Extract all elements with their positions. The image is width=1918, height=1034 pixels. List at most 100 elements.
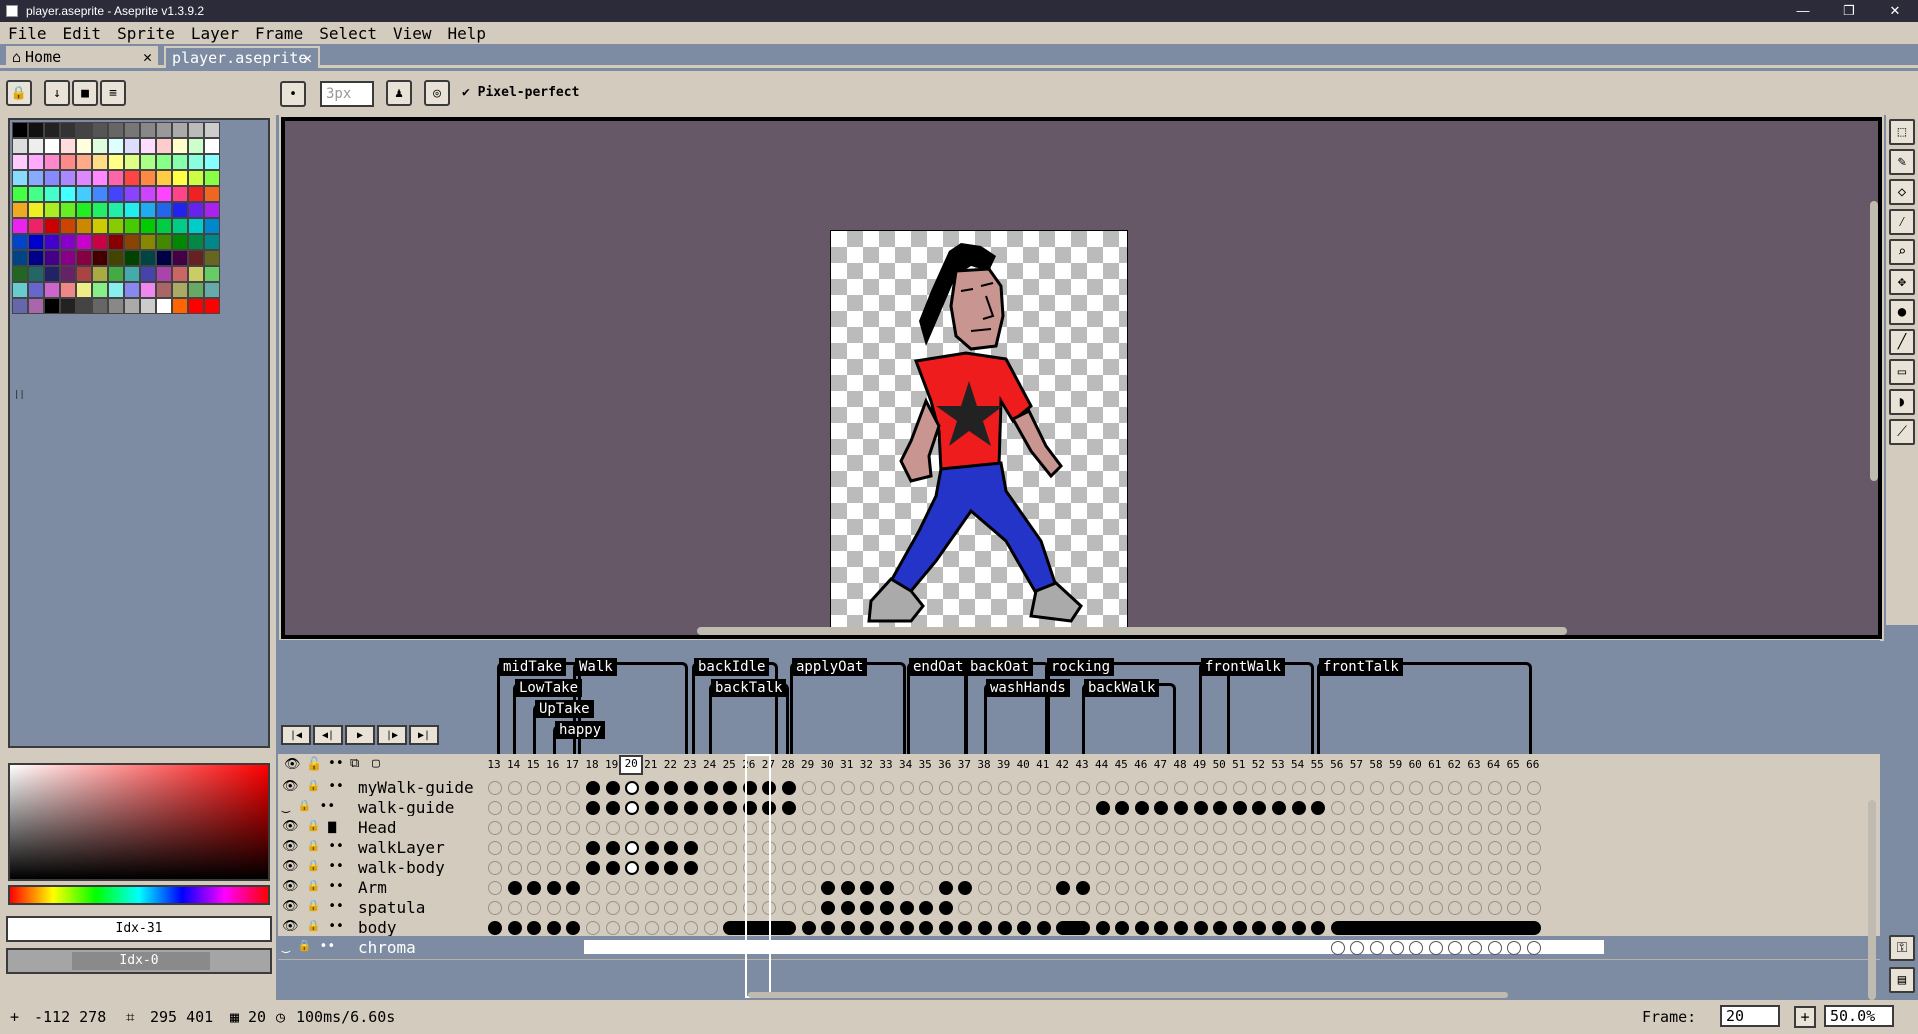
empty-cel[interactable]	[605, 821, 620, 835]
palette-swatch[interactable]	[124, 202, 140, 218]
palette-swatch[interactable]	[108, 250, 124, 266]
empty-cel[interactable]	[801, 901, 816, 915]
cel[interactable]	[605, 781, 620, 795]
empty-cel[interactable]	[1036, 781, 1051, 795]
empty-cel[interactable]	[1076, 901, 1090, 915]
empty-cel[interactable]	[762, 841, 777, 855]
empty-cel[interactable]	[1311, 821, 1326, 835]
empty-cel[interactable]	[1017, 901, 1032, 915]
empty-cel[interactable]	[546, 841, 561, 855]
sprite-canvas[interactable]	[830, 230, 1128, 635]
empty-cel[interactable]	[1134, 861, 1149, 875]
empty-cel[interactable]	[527, 841, 542, 855]
brush-type-icon[interactable]: •	[280, 81, 306, 107]
palette-swatch[interactable]	[188, 298, 204, 314]
empty-cel[interactable]	[1507, 841, 1522, 855]
zoom-icon[interactable]: ⌕	[1889, 239, 1915, 265]
empty-cel[interactable]	[488, 841, 502, 855]
empty-cel[interactable]	[586, 821, 600, 835]
empty-cel[interactable]	[1448, 861, 1463, 875]
empty-cel[interactable]	[1154, 841, 1169, 855]
empty-cel[interactable]	[1330, 881, 1345, 895]
palette-sort-icon[interactable]: ↓	[44, 80, 70, 106]
empty-cel[interactable]	[644, 881, 659, 895]
empty-cel[interactable]	[742, 841, 757, 855]
cel[interactable]	[840, 901, 855, 915]
palette-swatch[interactable]	[188, 154, 204, 170]
empty-cel[interactable]	[860, 821, 875, 835]
empty-cel[interactable]	[507, 781, 522, 795]
palette-swatch[interactable]	[188, 234, 204, 250]
empty-cel[interactable]	[821, 781, 836, 795]
empty-cel[interactable]	[488, 781, 502, 795]
empty-cel[interactable]	[1507, 801, 1522, 815]
empty-cel[interactable]	[1272, 781, 1286, 795]
layer-name[interactable]: Head	[358, 818, 397, 837]
empty-cel[interactable]	[1370, 941, 1384, 955]
palette-swatch[interactable]	[204, 170, 220, 186]
empty-cel[interactable]	[742, 821, 757, 835]
cel[interactable]	[958, 921, 973, 935]
maximize-button[interactable]: ❐	[1826, 0, 1872, 22]
empty-cel[interactable]	[1134, 781, 1149, 795]
cel[interactable]	[1213, 801, 1228, 815]
empty-cel[interactable]	[742, 861, 757, 875]
empty-cel[interactable]	[644, 901, 659, 915]
palette-swatch[interactable]	[92, 266, 108, 282]
palette-swatch[interactable]	[76, 186, 92, 202]
empty-cel[interactable]	[644, 921, 659, 935]
palette-swatch[interactable]	[28, 282, 44, 298]
empty-cel[interactable]	[488, 881, 502, 895]
empty-cel[interactable]	[978, 881, 992, 895]
empty-cel[interactable]	[1330, 941, 1345, 955]
cel[interactable]	[978, 921, 992, 935]
lock-icon[interactable]: 🔒	[6, 80, 32, 106]
linked-cel-span[interactable]	[723, 921, 796, 935]
continuous-icon[interactable]: ••	[328, 839, 344, 854]
palette-swatch[interactable]	[44, 250, 60, 266]
empty-cel[interactable]	[1213, 841, 1228, 855]
empty-cel[interactable]	[1154, 781, 1169, 795]
palette-swatch[interactable]	[12, 218, 28, 234]
prev-frame-icon[interactable]: ◀|	[313, 725, 343, 745]
empty-cel[interactable]	[880, 801, 894, 815]
palette-swatch[interactable]	[108, 122, 124, 138]
cel[interactable]	[625, 801, 640, 815]
empty-cel[interactable]	[1115, 841, 1130, 855]
cel[interactable]	[762, 781, 777, 795]
empty-cel[interactable]	[1076, 821, 1090, 835]
menu-sprite[interactable]: Sprite	[109, 24, 183, 43]
empty-cel[interactable]	[664, 881, 679, 895]
empty-cel[interactable]	[1134, 901, 1149, 915]
timeline-toggle-icon[interactable]: ▤	[1889, 967, 1915, 993]
empty-cel[interactable]	[1252, 821, 1267, 835]
palette-swatch[interactable]	[12, 282, 28, 298]
empty-cel[interactable]	[1428, 801, 1443, 815]
empty-cel[interactable]	[1389, 841, 1404, 855]
palette-swatch[interactable]	[92, 218, 108, 234]
empty-cel[interactable]	[1370, 821, 1384, 835]
empty-cel[interactable]	[1389, 941, 1404, 955]
palette-swatch[interactable]	[172, 298, 188, 314]
palette-swatch[interactable]	[124, 282, 140, 298]
cel[interactable]	[1056, 881, 1071, 895]
empty-cel[interactable]	[1154, 881, 1169, 895]
continuous-icon[interactable]: ••	[320, 799, 336, 814]
empty-cel[interactable]	[1507, 881, 1522, 895]
empty-cel[interactable]	[978, 861, 992, 875]
cel[interactable]	[586, 841, 600, 855]
empty-cel[interactable]	[605, 901, 620, 915]
continuous-icon[interactable]: ••	[328, 879, 344, 894]
palette-swatch[interactable]	[108, 234, 124, 250]
palette-swatch[interactable]	[156, 266, 172, 282]
cel[interactable]	[1174, 921, 1188, 935]
eye-closed-icon[interactable]: ‿	[282, 799, 290, 814]
palette-swatch[interactable]	[12, 138, 28, 154]
empty-cel[interactable]	[1017, 801, 1032, 815]
empty-cel[interactable]	[997, 861, 1012, 875]
palette-swatch[interactable]	[28, 186, 44, 202]
palette-swatch[interactable]	[124, 218, 140, 234]
hue-slider[interactable]	[8, 885, 270, 905]
empty-cel[interactable]	[703, 901, 718, 915]
palette-swatch[interactable]	[204, 298, 220, 314]
